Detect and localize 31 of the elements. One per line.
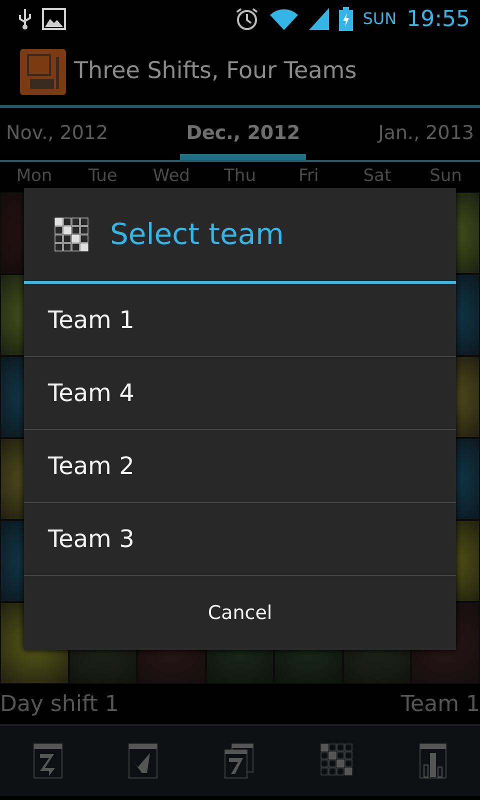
usb-icon bbox=[18, 8, 32, 30]
weekday-label: Sun bbox=[428, 165, 463, 188]
checkmark-icon[interactable] bbox=[128, 743, 158, 779]
image-icon bbox=[42, 8, 66, 30]
calendar-pages-icon[interactable] bbox=[224, 743, 254, 779]
team-option[interactable]: Team 3 bbox=[24, 503, 456, 576]
wifi-icon bbox=[268, 7, 299, 31]
team-option[interactable]: Team 1 bbox=[24, 284, 456, 357]
shift-label: Day shift 1 bbox=[0, 690, 119, 718]
team-option[interactable]: Team 2 bbox=[24, 430, 456, 503]
app-icon bbox=[20, 48, 66, 94]
bar-chart-icon[interactable] bbox=[419, 743, 448, 779]
team-option[interactable]: Team 4 bbox=[24, 357, 456, 430]
weekday-label: Sat bbox=[362, 165, 392, 188]
dialog-title: Select team bbox=[110, 216, 284, 253]
cancel-button[interactable]: Cancel bbox=[24, 576, 456, 650]
signal-icon bbox=[308, 8, 329, 30]
weekday-label: Wed bbox=[152, 165, 191, 188]
battery-icon bbox=[338, 7, 353, 31]
weekday-label: Fri bbox=[297, 165, 320, 188]
grid-icon bbox=[54, 216, 90, 252]
app-title: Three Shifts, Four Teams bbox=[74, 57, 357, 86]
status-time: 19:55 bbox=[406, 6, 470, 34]
weekday-label: Thu bbox=[223, 165, 257, 188]
weekday-label: Tue bbox=[87, 165, 118, 188]
alarm-icon bbox=[234, 7, 259, 31]
month-tab[interactable]: Dec., 2012 bbox=[180, 108, 306, 160]
status-day: SUN bbox=[362, 7, 397, 31]
calendar-icon[interactable] bbox=[32, 743, 63, 779]
weekday-label: Mon bbox=[15, 165, 54, 188]
team-label: Team 1 bbox=[400, 690, 480, 718]
